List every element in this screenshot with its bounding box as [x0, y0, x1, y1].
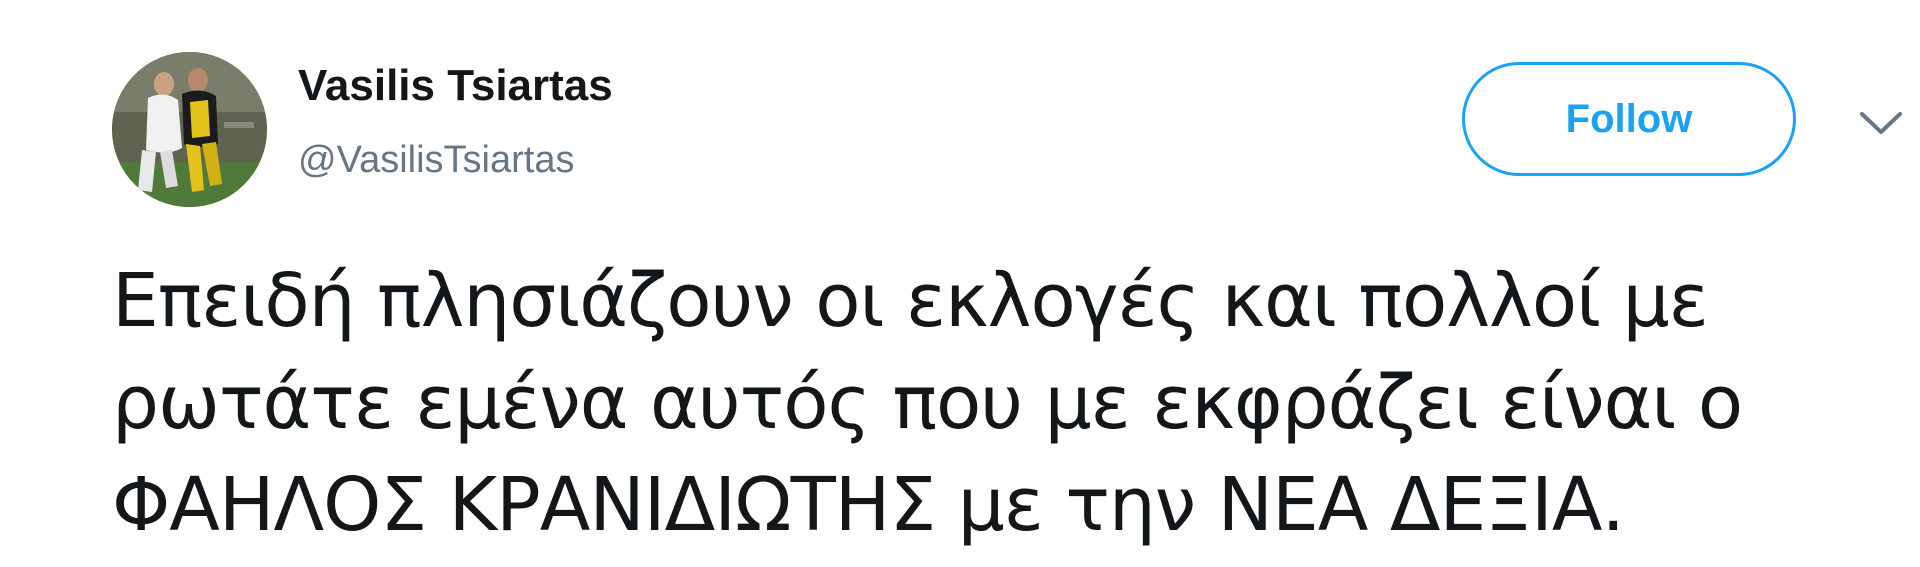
tweet-text-line: Επειδή πλησιάζουν οι εκλογές και πολλοί … [112, 258, 1709, 344]
avatar-photo [112, 52, 267, 207]
author-display-name[interactable]: Vasilis Tsiartas [298, 61, 613, 110]
tweet-text: Επειδή πλησιάζουν οι εκλογές και πολλοί … [112, 250, 1912, 556]
tweet-text-line: ΦΑΗΛΟΣ ΚΡΑΝΙΔΙΩΤΗΣ με την ΝΕΑ ΔΕΞΙΑ. [112, 462, 1625, 548]
tweet-card: Vasilis Tsiartas @VasilisTsiartas Follow… [0, 0, 1920, 567]
tweet-text-line: ρωτάτε εμένα αυτός που με εκφράζει είναι… [112, 360, 1743, 446]
author-handle[interactable]: @VasilisTsiartas [298, 139, 574, 182]
chevron-down-icon[interactable] [1858, 108, 1904, 138]
avatar[interactable] [112, 52, 267, 207]
follow-button[interactable]: Follow [1462, 62, 1796, 176]
